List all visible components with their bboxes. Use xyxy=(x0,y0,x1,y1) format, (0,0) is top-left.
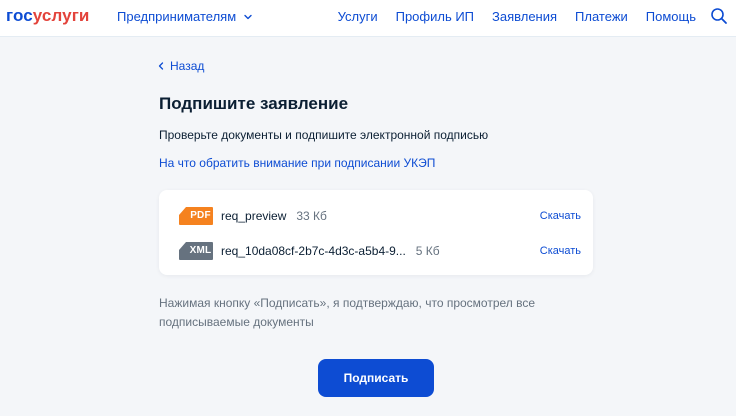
nav-item-profile[interactable]: Профиль ИП xyxy=(396,9,474,25)
xml-file-icon: XML xyxy=(179,242,213,260)
entrepreneurs-menu[interactable]: Предпринимателям xyxy=(117,9,252,25)
search-icon[interactable] xyxy=(710,7,728,25)
download-link[interactable]: Скачать xyxy=(540,245,581,257)
documents-card: PDF req_preview 33 Кб Скачать XML req_10… xyxy=(159,190,593,275)
document-name: req_10da08cf-2b7c-4d3c-a5b4-9... xyxy=(221,244,406,258)
document-size: 33 Кб xyxy=(296,209,327,223)
nav-item-applications[interactable]: Заявления xyxy=(492,9,557,25)
consent-notice: Нажимая кнопку «Подписать», я подтвержда… xyxy=(159,296,536,329)
xml-badge-label: XML xyxy=(189,245,212,256)
entrepreneurs-label: Предпринимателям xyxy=(117,9,237,24)
logo-part-gos: гос xyxy=(6,6,33,25)
document-row: XML req_10da08cf-2b7c-4d3c-a5b4-9... 5 К… xyxy=(179,241,581,261)
pdf-badge-label: PDF xyxy=(190,210,211,221)
download-link[interactable]: Скачать xyxy=(540,210,581,222)
document-row: PDF req_preview 33 Кб Скачать xyxy=(179,206,581,226)
back-link[interactable]: Назад xyxy=(158,58,204,74)
document-size: 5 Кб xyxy=(415,244,440,258)
page-title: Подпишите заявление xyxy=(159,94,349,113)
page-subtitle: Проверьте документы и подпишите электрон… xyxy=(159,128,489,142)
main-nav: Услуги Профиль ИП Заявления Платежи Помо… xyxy=(338,9,696,25)
ukep-help-link[interactable]: На что обратить внимание при подписании … xyxy=(159,155,435,171)
pdf-file-icon: PDF xyxy=(179,207,213,225)
nav-item-services[interactable]: Услуги xyxy=(338,9,378,25)
top-header: госуслуги Предпринимателям Услуги Профил… xyxy=(0,0,736,37)
logo-part-uslugi: услуги xyxy=(32,6,90,25)
gosuslugi-logo[interactable]: госуслуги xyxy=(6,6,89,26)
chevron-left-icon xyxy=(158,62,164,70)
sign-button[interactable]: Подписать xyxy=(318,359,434,397)
chevron-down-icon xyxy=(244,14,252,20)
nav-item-help[interactable]: Помощь xyxy=(646,9,696,25)
document-name: req_preview xyxy=(221,209,287,223)
nav-item-payments[interactable]: Платежи xyxy=(575,9,628,25)
back-label: Назад xyxy=(170,59,205,73)
